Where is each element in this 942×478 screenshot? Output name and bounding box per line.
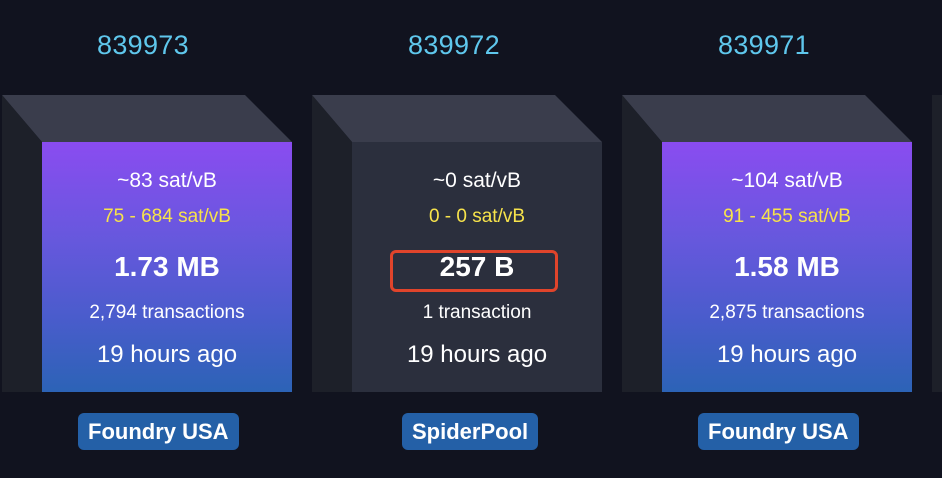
fee-range: 75 - 684 sat/vB [103, 206, 231, 227]
fee-range: 91 - 455 sat/vB [723, 206, 851, 227]
block-cube[interactable]: ~104 sat/vB 91 - 455 sat/vB 1.58 MB 2,87… [622, 95, 912, 392]
median-fee: ~104 sat/vB [731, 169, 843, 192]
block-size: 1.58 MB [734, 251, 840, 282]
time-ago: 19 hours ago [96, 341, 238, 368]
next-block-cube-edge [932, 95, 942, 392]
block-face: ~83 sat/vB 75 - 684 sat/vB 1.73 MB 2,794… [42, 142, 292, 392]
fee-range: 0 - 0 sat/vB [428, 206, 526, 227]
block-height-link[interactable]: 839971 [674, 30, 854, 61]
time-ago: 19 hours ago [716, 341, 858, 368]
block-height-link[interactable]: 839973 [53, 30, 233, 61]
median-fee: ~83 sat/vB [117, 169, 217, 192]
mining-pool-badge[interactable]: Foundry USA [78, 413, 239, 450]
time-ago: 19 hours ago [406, 341, 548, 368]
block-cube[interactable]: ~0 sat/vB 0 - 0 sat/vB 257 B 1 transacti… [312, 95, 602, 392]
transaction-count: 2,875 transactions [709, 302, 865, 323]
mining-pool-badge[interactable]: SpiderPool [402, 413, 539, 450]
mining-pool-badge[interactable]: Foundry USA [698, 413, 859, 450]
size-highlight-box [390, 250, 558, 292]
blockchain-blocks-strip: 839973 ~83 sat/vB 75 - 684 sat/vB 1.73 M… [0, 0, 942, 478]
block-height-link[interactable]: 839972 [364, 30, 544, 61]
transaction-count: 1 transaction [422, 302, 532, 323]
block-size: 1.73 MB [114, 251, 220, 282]
block-cube[interactable]: ~83 sat/vB 75 - 684 sat/vB 1.73 MB 2,794… [2, 95, 292, 392]
block-face: ~104 sat/vB 91 - 455 sat/vB 1.58 MB 2,87… [662, 142, 912, 392]
transaction-count: 2,794 transactions [89, 302, 245, 323]
median-fee: ~0 sat/vB [432, 169, 522, 192]
